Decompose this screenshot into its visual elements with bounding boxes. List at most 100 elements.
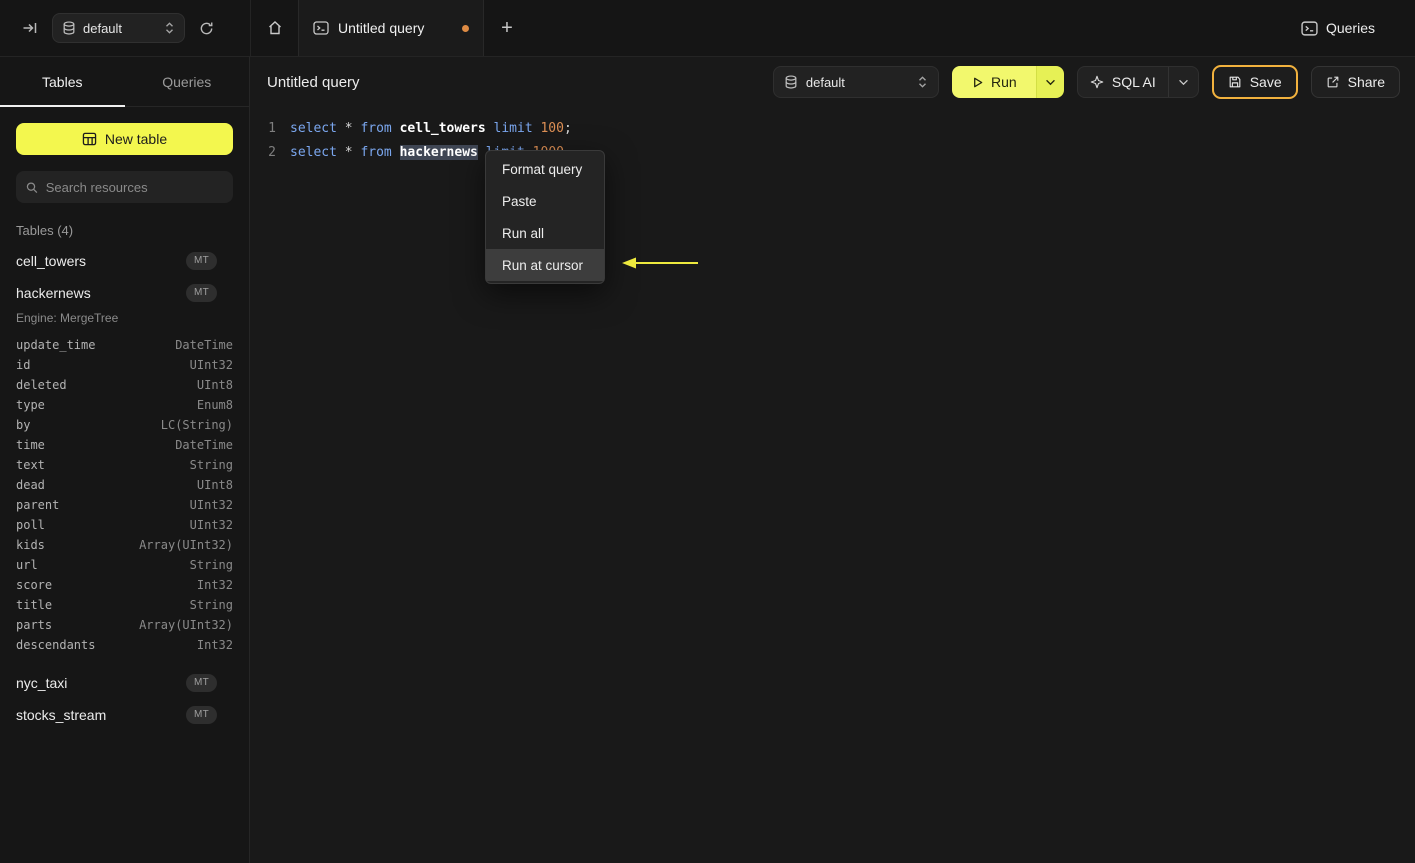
table-name: stocks_stream	[16, 707, 107, 723]
save-button[interactable]: Save	[1211, 65, 1298, 99]
column-row: descendants Int32	[16, 635, 233, 655]
database-icon	[785, 75, 797, 89]
context-menu-item[interactable]: Run all	[486, 217, 604, 249]
table-name: nyc_taxi	[16, 675, 68, 691]
queries-button[interactable]: Queries	[1301, 20, 1375, 36]
header-database-label: default	[805, 74, 845, 90]
editor-lines: 1 select * from cell_towers limit 100; 2 se…	[250, 116, 1415, 164]
run-button-group: Run	[951, 66, 1064, 98]
sql-ai-button[interactable]: SQL AI	[1078, 67, 1168, 97]
column-type: DateTime	[175, 338, 233, 352]
context-menu-item[interactable]: Paste	[486, 185, 604, 217]
column-type: Array(UInt32)	[139, 538, 233, 552]
column-row: poll UInt32	[16, 515, 233, 535]
column-type: UInt32	[189, 518, 233, 532]
column-row: by LC(String)	[16, 415, 233, 435]
column-type: String	[189, 598, 233, 612]
column-type: UInt8	[196, 478, 233, 492]
context-menu-item[interactable]: Format query	[486, 153, 604, 185]
topbar-right: Queries	[1301, 0, 1415, 56]
column-row: update_time DateTime	[16, 335, 233, 355]
sidebar: Tables Queries New table Tables (4) cell…	[0, 57, 250, 863]
topbar-database-selector[interactable]: default	[52, 13, 185, 43]
column-name: parts	[16, 618, 53, 632]
column-row: text String	[16, 455, 233, 475]
column-type: UInt32	[189, 358, 233, 372]
code-text: select * from cell_towers limit 100;	[290, 120, 572, 136]
column-type: DateTime	[175, 438, 233, 452]
context-menu-item[interactable]: Run at cursor	[486, 249, 604, 281]
refresh-button[interactable]	[199, 21, 214, 36]
table-name: cell_towers	[16, 253, 87, 269]
code-line[interactable]: 2select * from hackernews limit 1000	[250, 140, 1415, 164]
column-row: dead UInt8	[16, 475, 233, 495]
column-name: id	[16, 358, 31, 372]
column-name: by	[16, 418, 31, 432]
column-type: LC(String)	[160, 418, 233, 432]
column-name: poll	[16, 518, 45, 532]
share-icon	[1327, 76, 1339, 88]
home-button[interactable]	[251, 0, 298, 56]
search-input[interactable]	[45, 179, 223, 195]
table-name: hackernews	[16, 285, 91, 301]
sidebar-content: New table Tables (4) cell_towers MT hack…	[0, 107, 249, 863]
run-button[interactable]: Run	[951, 66, 1036, 98]
collapse-sidebar-button[interactable]	[22, 20, 38, 36]
header-database-selector[interactable]: default	[772, 66, 939, 98]
column-row: score Int32	[16, 575, 233, 595]
database-icon	[63, 21, 75, 35]
column-row: type Enum8	[16, 395, 233, 415]
column-name: time	[16, 438, 45, 452]
table-row-cell-towers[interactable]: cell_towers MT	[16, 245, 233, 277]
column-name: descendants	[16, 638, 96, 652]
column-row: kids Array(UInt32)	[16, 535, 233, 555]
sql-ai-options-button[interactable]	[1167, 67, 1198, 97]
query-title: Untitled query	[267, 73, 360, 91]
queries-label: Queries	[1325, 20, 1375, 36]
table-grid-icon	[82, 132, 97, 146]
column-name: type	[16, 398, 45, 412]
tab-untitled-query[interactable]: Untitled query	[298, 0, 484, 56]
engine-badge: MT	[185, 252, 217, 270]
engine-badge: MT	[185, 706, 217, 724]
share-label: Share	[1347, 74, 1385, 90]
sql-editor[interactable]: 1 select * from cell_towers limit 100; 2 se…	[250, 107, 1415, 863]
new-tab-button[interactable]: +	[484, 0, 530, 56]
column-type: UInt8	[196, 378, 233, 392]
unsaved-changes-dot	[462, 24, 469, 32]
run-options-button[interactable]	[1035, 66, 1064, 98]
sidebar-tab-queries[interactable]: Queries	[125, 57, 250, 106]
search-box	[16, 171, 233, 203]
sidebar-tab-tables[interactable]: Tables	[0, 57, 125, 107]
column-row: parts Array(UInt32)	[16, 615, 233, 635]
column-type: UInt32	[189, 498, 233, 512]
refresh-icon	[200, 22, 213, 34]
sparkle-icon	[1090, 75, 1104, 89]
line-number: 1	[268, 120, 276, 136]
column-row: id UInt32	[16, 355, 233, 375]
new-table-button[interactable]: New table	[16, 123, 233, 155]
column-name: text	[16, 458, 45, 472]
table-row-hackernews[interactable]: hackernews MT	[16, 277, 233, 309]
home-icon	[268, 21, 281, 35]
context-menu: Format query Paste Run all Run at cursor	[485, 150, 605, 284]
column-row: parent UInt32	[16, 495, 233, 515]
code-line[interactable]: 1 select * from cell_towers limit 100;	[250, 116, 1415, 140]
table-row-stocks-stream[interactable]: stocks_stream MT	[16, 699, 233, 731]
save-label: Save	[1249, 74, 1282, 90]
topbar-left: default	[0, 0, 250, 56]
search-icon	[26, 181, 38, 193]
column-name: url	[16, 558, 38, 572]
column-type: Array(UInt32)	[139, 618, 233, 632]
table-row-nyc-taxi[interactable]: nyc_taxi MT	[16, 667, 233, 699]
column-name: deleted	[16, 378, 67, 392]
sidebar-tabs: Tables Queries	[0, 57, 249, 107]
column-name: update_time	[16, 338, 96, 352]
column-name: dead	[16, 478, 45, 492]
column-row: title String	[16, 595, 233, 615]
sql-ai-label: SQL AI	[1111, 74, 1156, 90]
tables-section-title: Tables (4)	[16, 223, 74, 238]
column-row: deleted UInt8	[16, 375, 233, 395]
play-icon	[974, 77, 983, 87]
share-button[interactable]: Share	[1310, 66, 1400, 98]
